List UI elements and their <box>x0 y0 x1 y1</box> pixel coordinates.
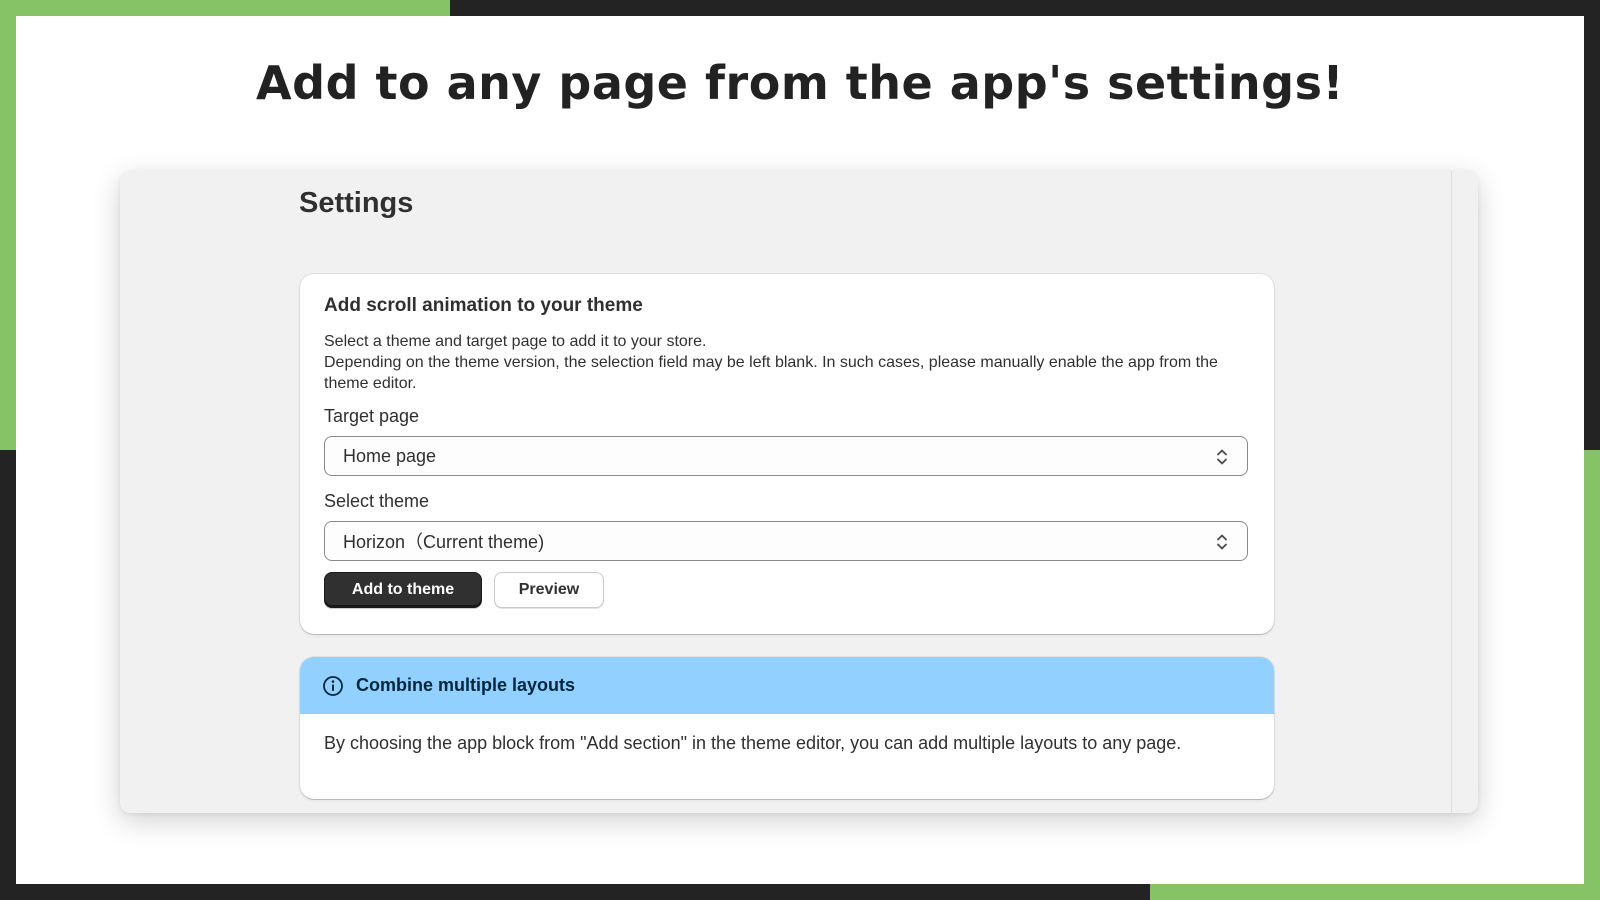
preview-button[interactable]: Preview <box>494 572 604 608</box>
info-banner: Combine multiple layouts By choosing the… <box>300 657 1274 799</box>
chevron-up-down-icon <box>1217 449 1227 465</box>
page-title: Settings <box>299 187 414 219</box>
add-to-theme-button[interactable]: Add to theme <box>324 572 482 608</box>
decor-stripe-bottom-right <box>1150 884 1600 900</box>
info-banner-header: Combine multiple layouts <box>300 657 1274 714</box>
select-theme-select[interactable]: Horizon（Current theme) <box>324 521 1248 561</box>
decor-stripe-right <box>1584 450 1600 900</box>
card-description: Select a theme and target page to add it… <box>324 331 1244 394</box>
slide-headline: Add to any page from the app's settings! <box>256 56 1344 110</box>
theme-setup-card: Add scroll animation to your theme Selec… <box>300 274 1274 634</box>
card-description-line-1: Select a theme and target page to add it… <box>324 333 707 350</box>
app-settings-window: Settings Add scroll animation to your th… <box>120 171 1478 813</box>
target-page-label: Target page <box>324 406 420 426</box>
decor-stripe-left <box>0 0 16 450</box>
info-banner-title: Combine multiple layouts <box>356 675 576 695</box>
card-description-line-2: Depending on the theme version, the sele… <box>324 354 1218 392</box>
info-banner-body: By choosing the app block from "Add sect… <box>324 733 1182 753</box>
select-theme-label: Select theme <box>324 491 430 511</box>
card-title: Add scroll animation to your theme <box>324 295 643 316</box>
slide-canvas: Add to any page from the app's settings!… <box>16 16 1584 884</box>
info-icon <box>323 676 343 696</box>
target-page-value: Home page <box>343 445 437 466</box>
select-theme-value: Horizon（Current theme) <box>343 532 545 552</box>
target-page-select[interactable]: Home page <box>324 436 1248 476</box>
chevron-up-down-icon <box>1217 534 1227 550</box>
scroll-edge <box>1451 171 1452 813</box>
decor-stripe-top-left <box>0 0 450 16</box>
